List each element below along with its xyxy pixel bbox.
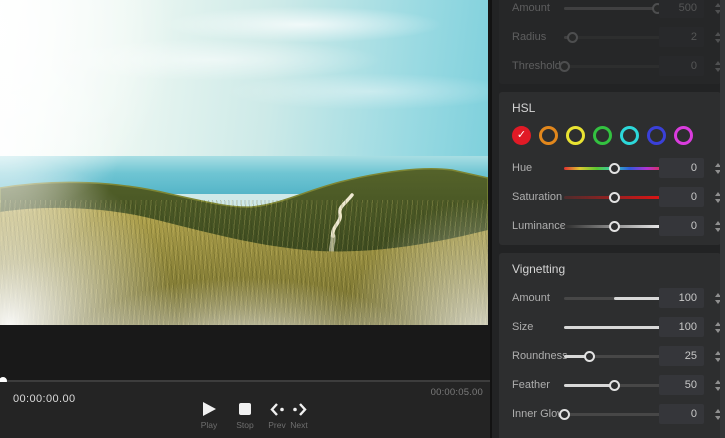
slider-track[interactable]: [564, 384, 664, 387]
slider-track[interactable]: [564, 225, 664, 228]
slider-thumb[interactable]: [567, 32, 578, 43]
value-field[interactable]: 0: [659, 158, 704, 178]
hsl-saturation-row: Saturation 0: [512, 183, 708, 212]
section-vignetting: Vignetting Amount 100 Size 100 Roundness 25 Fe…: [499, 253, 721, 438]
hsl-channel-red[interactable]: ✓: [512, 126, 531, 145]
slider-label: Size: [512, 313, 566, 342]
slider-track[interactable]: [564, 196, 664, 199]
hsl-channel-swatches: ✓: [512, 126, 708, 146]
slider-thumb[interactable]: [559, 409, 570, 420]
stop-icon: [239, 401, 251, 417]
value-field[interactable]: 100: [659, 317, 704, 337]
hsl-channel-orange[interactable]: [539, 126, 558, 145]
preview-image: [0, 0, 488, 325]
settings-panel: Amount500Radius2Threshold0 HSL ✓ Hue0Sat…: [490, 0, 725, 438]
slider-track[interactable]: [564, 65, 664, 68]
value-field[interactable]: 500: [659, 0, 704, 18]
play-icon: [203, 401, 216, 417]
slider-fill: [614, 297, 664, 300]
value-field[interactable]: 2: [659, 27, 704, 47]
slider-thumb[interactable]: [609, 163, 620, 174]
sharpen-threshold-row: Threshold 0: [512, 52, 708, 81]
prev-button-label: Prev: [268, 420, 285, 430]
next-button-label: Next: [290, 420, 307, 430]
total-timecode: 00:00:05.00: [431, 387, 483, 398]
value-field[interactable]: 0: [659, 216, 704, 236]
slider-track[interactable]: [564, 413, 664, 416]
slider-track[interactable]: [564, 355, 664, 358]
slider-fill: [564, 384, 614, 387]
value-field[interactable]: 0: [659, 404, 704, 424]
slider-label: Threshold: [512, 52, 566, 81]
play-button-label: Play: [201, 420, 218, 430]
slider-label: Inner Glow: [512, 400, 566, 429]
slider-label: Amount: [512, 0, 566, 23]
vignetting-inner-glow-row: Inner Glow 0: [512, 400, 708, 429]
hsl-channel-magenta[interactable]: [674, 126, 693, 145]
slider-fill: [564, 326, 664, 329]
slider-track[interactable]: [564, 36, 664, 39]
preview-pane: 00:00:00.00 00:00:05.00 Play Stop Prev Next: [0, 0, 490, 438]
slider-thumb[interactable]: [609, 221, 620, 232]
slider-track-bar[interactable]: [564, 65, 664, 68]
slider-track[interactable]: [564, 326, 664, 329]
slider-track-bar[interactable]: [564, 413, 664, 416]
vignetting-amount-row: Amount 100: [512, 284, 708, 313]
stop-button-label: Stop: [236, 420, 254, 430]
slider-label: Roundness: [512, 342, 566, 371]
slider-thumb[interactable]: [609, 380, 620, 391]
hsl-channel-green[interactable]: [593, 126, 612, 145]
value-field[interactable]: 100: [659, 288, 704, 308]
hsl-channel-cyan[interactable]: [620, 126, 639, 145]
play-button[interactable]: Play: [198, 401, 220, 430]
slider-track[interactable]: [564, 297, 664, 300]
prev-icon: [269, 401, 286, 417]
stop-button[interactable]: Stop: [234, 401, 256, 430]
next-icon: [291, 401, 308, 417]
value-field[interactable]: 25: [659, 346, 704, 366]
slider-label: Radius: [512, 23, 566, 52]
slider-thumb[interactable]: [559, 61, 570, 72]
value-field[interactable]: 0: [659, 187, 704, 207]
section-title-hsl: HSL: [512, 100, 708, 116]
vignetting-size-row: Size 100: [512, 313, 708, 342]
prev-button[interactable]: Prev: [266, 401, 288, 430]
hsl-hue-row: Hue 0: [512, 154, 708, 183]
slider-fill: [564, 7, 657, 10]
slider-track[interactable]: [564, 167, 664, 170]
slider-label: Hue: [512, 154, 566, 183]
hsl-luminance-row: Luminance 0: [512, 212, 708, 241]
transport-controls: Play Stop Prev Next: [198, 401, 310, 430]
section-hsl: HSL ✓ Hue 0 Saturation 0 Luminance 0: [499, 92, 721, 245]
panel-scrollbar[interactable]: [720, 0, 725, 438]
vignetting-roundness-row: Roundness 25: [512, 342, 708, 371]
video-editor-window: 00:00:00.00 00:00:05.00 Play Stop Prev Next…: [0, 0, 725, 438]
current-timecode: 00:00:00.00: [13, 393, 76, 405]
sharpen-amount-row: Amount 500: [512, 0, 708, 23]
transport-bar: 00:00:00.00 00:00:05.00 Play Stop Prev Next: [0, 382, 490, 438]
next-button[interactable]: Next: [288, 401, 310, 430]
section-sharpen: Amount 500 Radius 2 Threshold 0: [499, 0, 721, 84]
hsl-channel-yellow[interactable]: [566, 126, 585, 145]
photo-vignette-overlay: [0, 0, 488, 325]
hsl-channel-blue[interactable]: [647, 126, 666, 145]
slider-label: Saturation: [512, 183, 566, 212]
vignetting-feather-row: Feather 50: [512, 371, 708, 400]
value-field[interactable]: 0: [659, 56, 704, 76]
slider-label: Luminance: [512, 212, 566, 241]
slider-thumb[interactable]: [584, 351, 595, 362]
timeline-track-area[interactable]: [0, 325, 490, 380]
slider-thumb[interactable]: [609, 192, 620, 203]
slider-track-bar[interactable]: [564, 36, 664, 39]
check-icon: ✓: [517, 130, 526, 141]
slider-label: Feather: [512, 371, 566, 400]
slider-label: Amount: [512, 284, 566, 313]
slider-track[interactable]: [564, 7, 664, 10]
section-title-vignetting: Vignetting: [512, 261, 708, 277]
value-field[interactable]: 50: [659, 375, 704, 395]
sharpen-radius-row: Radius 2: [512, 23, 708, 52]
